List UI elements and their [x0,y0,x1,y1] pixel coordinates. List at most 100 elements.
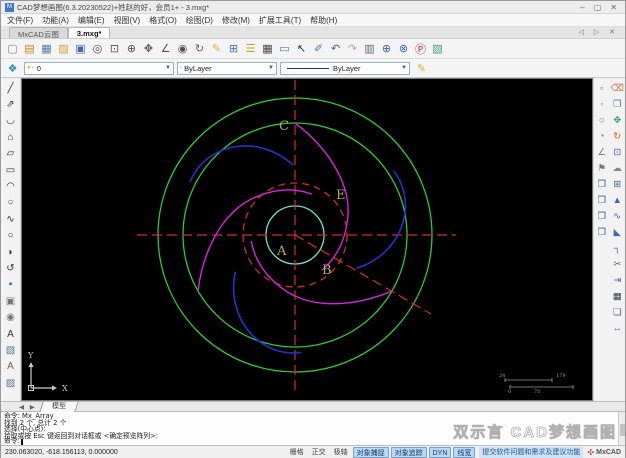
maximize-button[interactable]: ▢ [594,3,602,12]
osnap-flag-icon[interactable]: ⚑ [594,160,609,176]
osnap-center-icon[interactable]: ○ [594,112,609,128]
offset-icon[interactable]: ☁ [610,160,625,176]
draw-ellipse-icon[interactable]: ○ [2,228,20,244]
menu-item[interactable]: 绘图(D) [186,15,213,26]
draw-circle-icon[interactable]: ○ [2,195,20,211]
close-button[interactable]: ✕ [610,3,617,12]
draw-point-icon[interactable]: ▪ [2,277,20,293]
measure-angle-icon[interactable]: ∠ [157,41,174,57]
status-toggle-dyn[interactable]: DYN [428,447,452,458]
status-toggle-lineweight[interactable]: 线宽 [453,447,476,458]
publish-cloud-icon[interactable]: ⊗ [395,41,412,57]
linetype-select[interactable]: ByLayer ▼ [280,61,410,75]
draw-polygon-icon[interactable]: ⌂ [2,129,20,145]
block-tool-4-icon[interactable]: ❒ [594,224,609,240]
menu-item[interactable]: 文件(F) [7,15,33,26]
draw-rectangle-icon[interactable]: ▭ [2,162,20,178]
linetype-list-icon[interactable]: ☰ [242,41,259,57]
color-select[interactable]: ▫ ByLayer ▼ [177,61,277,75]
array-icon[interactable]: ⊞ [610,176,625,192]
save-as-icon[interactable]: ▣ [72,41,89,57]
draw-construction-line-icon[interactable]: ⇗ [2,96,20,112]
menu-item[interactable]: 帮助(H) [310,15,337,26]
osnap-endpoint-icon[interactable]: ▫ [594,80,609,96]
tab-current-drawing[interactable]: 3.mxg* [67,27,111,38]
draw-spline-icon[interactable]: ∿ [2,211,20,227]
status-toggle-osnap[interactable]: 对象捕捉 [352,447,389,458]
menu-item[interactable]: 扩展工具(T) [259,15,301,26]
tab-mxcad-cloud[interactable]: MxCAD云图 [9,27,68,39]
layer-select[interactable]: ●▫ 0 ▼ [24,61,174,75]
status-toggle-polar[interactable]: 极轴 [331,447,351,458]
copy-icon[interactable]: ❐ [610,96,625,112]
command-window[interactable]: 命令: Mx_Array 找到 2 个, 总计 2 个选择(中心点): 拾取或按 E… [1,412,625,446]
block-tool-3-icon[interactable]: ❒ [594,208,609,224]
export-image-icon[interactable]: ▧ [429,41,446,57]
undo-icon[interactable]: ↶ [327,41,344,57]
zoom-extents-icon[interactable]: ⊕ [123,41,140,57]
spline-edit-icon[interactable]: ∿ [610,208,625,224]
draw-revcloud-icon[interactable]: ↺ [2,260,20,276]
menu-item[interactable]: 格式(O) [149,15,177,26]
minimize-button[interactable]: – [580,3,584,12]
draw-mtext-icon[interactable]: A [2,359,20,375]
pan-icon[interactable]: ✥ [140,41,157,57]
export-pdf-icon[interactable]: Ⓟ [412,41,429,57]
select-cursor-icon[interactable]: ↖ [293,41,310,57]
redo-icon[interactable]: ↷ [344,41,361,57]
status-toggle-grid[interactable]: 栅格 [287,447,307,458]
menu-item[interactable]: 功能(A) [42,15,69,26]
drawing-canvas[interactable]: A B C E 24 179 0 75 Y X [21,78,593,401]
draw-arc-3p-icon[interactable]: ◠ [2,178,20,194]
rotate-view-icon[interactable]: ↻ [191,41,208,57]
menu-item[interactable]: 修改(M) [222,15,250,26]
erase-icon[interactable]: ⌫ [610,80,625,96]
rotate-icon[interactable]: ↻ [610,128,625,144]
draw-ellipse-arc-icon[interactable]: ◗ [2,244,20,260]
block-tool-2-icon[interactable]: ❒ [594,192,609,208]
mirror-icon[interactable]: ▲ [610,192,625,208]
osnap-angle-icon[interactable]: ∠ [594,144,609,160]
insert-block-icon[interactable]: ▣ [2,293,20,309]
draw-polyline-icon[interactable]: ▱ [2,146,20,162]
draw-line-icon[interactable]: ╱ [2,80,20,96]
menu-item[interactable]: 编辑(E) [78,15,105,26]
insert-image-icon[interactable]: ▧ [2,342,20,358]
layer-manager-icon[interactable]: ⊞ [225,41,242,57]
open-drawing-icon[interactable]: ▤ [21,41,38,57]
menu-item[interactable]: 视图(V) [114,15,141,26]
table-style-icon[interactable]: ▦ [259,41,276,57]
extend-icon[interactable]: ⇥ [610,272,625,288]
zoom-window-icon[interactable]: ⊡ [106,41,123,57]
block-tool-1-icon[interactable]: ❒ [594,176,609,192]
layout-nav-arrows[interactable]: ◀ ▶ [19,403,37,411]
status-toggle-otrack[interactable]: 对象追踪 [390,447,427,458]
zoom-center-icon[interactable]: ◉ [174,41,191,57]
new-file-icon[interactable]: ▢ [4,41,21,57]
print-icon[interactable]: ▥ [361,41,378,57]
export-save-icon[interactable]: ✐ [310,41,327,57]
draw-hatch-icon[interactable]: ▨ [2,375,20,391]
osnap-midpoint-icon[interactable]: ◦ [594,96,609,112]
chamfer-icon[interactable]: ◣ [610,224,625,240]
zoom-icon[interactable]: ◎ [89,41,106,57]
command-scrollbar[interactable] [618,412,625,445]
edit-pencil-icon[interactable]: ✎ [413,60,430,76]
stretch-icon[interactable]: ↔ [610,320,625,336]
open-folder-icon[interactable]: ▨ [55,41,72,57]
draw-arc-icon[interactable]: ◡ [2,113,20,129]
display-settings-icon[interactable]: ▭ [276,41,293,57]
scale-icon[interactable]: ⊡ [610,144,625,160]
move-icon[interactable]: ✥ [610,112,625,128]
feedback-link[interactable]: 提交软件问题和需求及建议功能 [479,447,584,458]
tab-scroll-controls[interactable]: ◁ ▷ ✕ [578,28,619,36]
define-block-icon[interactable]: ◉ [2,309,20,325]
draw-text-icon[interactable]: A [2,326,20,342]
layers-stack-icon[interactable]: ❖ [4,60,21,76]
fillet-icon[interactable]: ┐ [610,240,625,256]
trim-icon[interactable]: ✂ [610,256,625,272]
clip-icon[interactable]: ❏ [610,304,625,320]
explode-3d-icon[interactable]: ▦ [610,288,625,304]
osnap-quadrant-icon[interactable]: ◔ [594,128,609,144]
save-icon[interactable]: ▦ [38,41,55,57]
